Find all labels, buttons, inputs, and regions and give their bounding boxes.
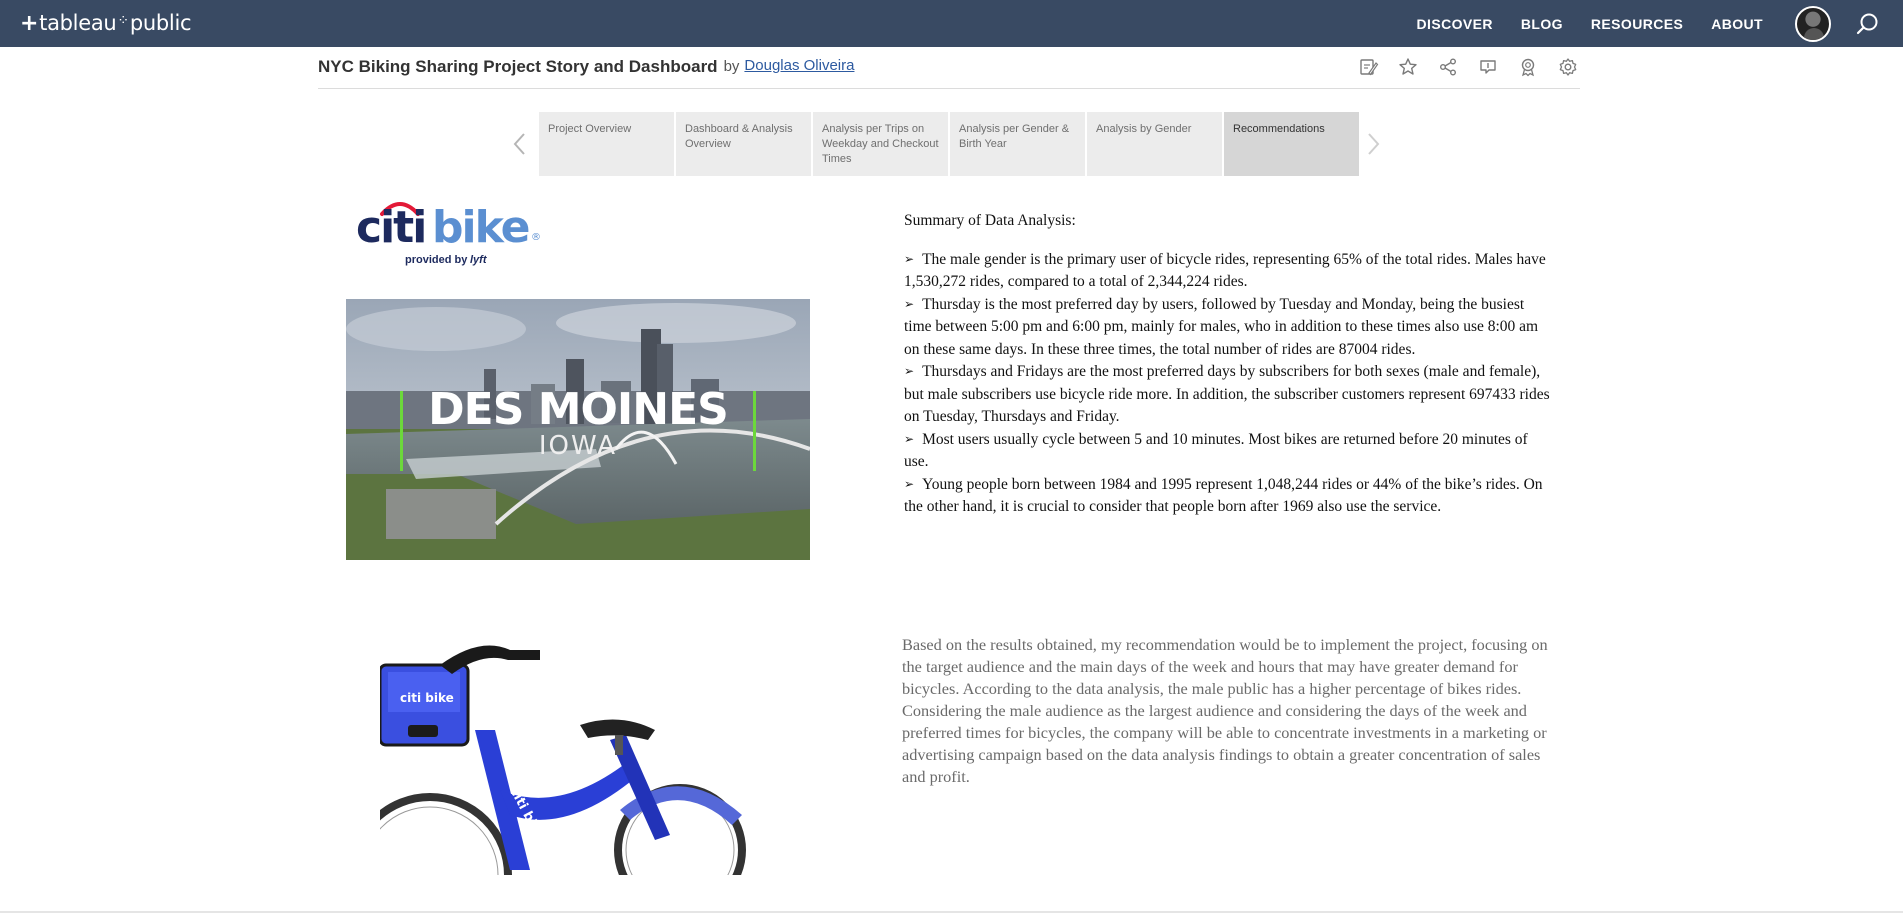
recommendation-text: Based on the results obtained, my recomm…: [902, 635, 1548, 786]
viz-title-bar: NYC Biking Sharing Project Story and Das…: [318, 47, 1580, 89]
edit-icon[interactable]: [1356, 55, 1380, 79]
comment-icon[interactable]: [1476, 55, 1500, 79]
tableau-dots-icon: ⁘: [117, 13, 129, 29]
story-next-arrow-icon[interactable]: [1363, 128, 1383, 160]
logo-lyft: lyft: [470, 254, 488, 266]
brand-name-left: tableau: [39, 11, 117, 35]
story-tabs: Project Overview Dashboard & Analysis Ov…: [539, 112, 1361, 176]
logo-word-citi: citi: [356, 202, 425, 253]
tableau-plus-icon: +: [20, 10, 39, 36]
share-icon[interactable]: [1436, 55, 1460, 79]
story-tab-analysis-gender-birth-year[interactable]: Analysis per Gender & Birth Year: [950, 112, 1085, 176]
photo-city-label: DES MOINES: [428, 384, 728, 435]
basket-brand-label: citi bike: [400, 691, 454, 705]
summary-heading: Summary of Data Analysis:: [904, 212, 1076, 229]
top-nav-bar: + tableau ⁘ public DISCOVER BLOG RESOURC…: [0, 0, 1903, 47]
logo-word-bike: bike: [432, 202, 529, 253]
summary-bullet: Thursdays and Fridays are the most prefe…: [904, 361, 1554, 429]
story-tab-analysis-by-gender[interactable]: Analysis by Gender: [1087, 112, 1222, 176]
summary-bullet: Young people born between 1984 and 1995 …: [904, 474, 1554, 519]
viz-toolbar: [1340, 55, 1580, 79]
story-tab-dashboard-analysis-overview[interactable]: Dashboard & Analysis Overview: [676, 112, 811, 176]
logo-registered: ®: [531, 232, 541, 243]
main-nav: DISCOVER BLOG RESOURCES ABOUT: [1417, 0, 1903, 47]
citi-bike-logo: citi bike ® provided by lyft: [356, 202, 541, 266]
nav-discover[interactable]: DISCOVER: [1417, 16, 1493, 32]
author-link[interactable]: Douglas Oliveira: [744, 57, 854, 74]
logo-tagline: provided by: [405, 254, 468, 266]
badge-icon[interactable]: [1516, 55, 1540, 79]
story-tab-analysis-trips-weekday[interactable]: Analysis per Trips on Weekday and Checko…: [813, 112, 948, 176]
photo-state-label: IOWA: [539, 431, 617, 461]
user-avatar[interactable]: [1795, 5, 1831, 42]
favorite-star-icon[interactable]: [1396, 55, 1420, 79]
story-tab-recommendations[interactable]: Recommendations: [1224, 112, 1359, 176]
summary-section: Summary of Data Analysis: The male gende…: [904, 210, 1554, 519]
nav-about[interactable]: ABOUT: [1711, 16, 1763, 32]
by-label: by: [723, 58, 740, 75]
search-icon[interactable]: [1855, 11, 1881, 37]
viz-title: NYC Biking Sharing Project Story and Das…: [318, 57, 718, 76]
nav-resources[interactable]: RESOURCES: [1591, 16, 1683, 32]
summary-bullet: Most users usually cycle between 5 and 1…: [904, 429, 1554, 474]
settings-gear-icon[interactable]: [1556, 55, 1580, 79]
tableau-public-logo[interactable]: + tableau ⁘ public: [20, 9, 192, 37]
summary-bullet: The male gender is the primary user of b…: [904, 249, 1554, 294]
citi-bike-photo: citi bike citi bike: [380, 645, 746, 875]
story-tab-project-overview[interactable]: Project Overview: [539, 112, 674, 176]
story-prev-arrow-icon[interactable]: [510, 128, 530, 160]
summary-bullet: Thursday is the most preferred day by us…: [904, 294, 1554, 362]
des-moines-photo: DES MOINES IOWA: [346, 299, 810, 560]
brand-name-right: public: [129, 11, 192, 35]
nav-blog[interactable]: BLOG: [1521, 16, 1563, 32]
